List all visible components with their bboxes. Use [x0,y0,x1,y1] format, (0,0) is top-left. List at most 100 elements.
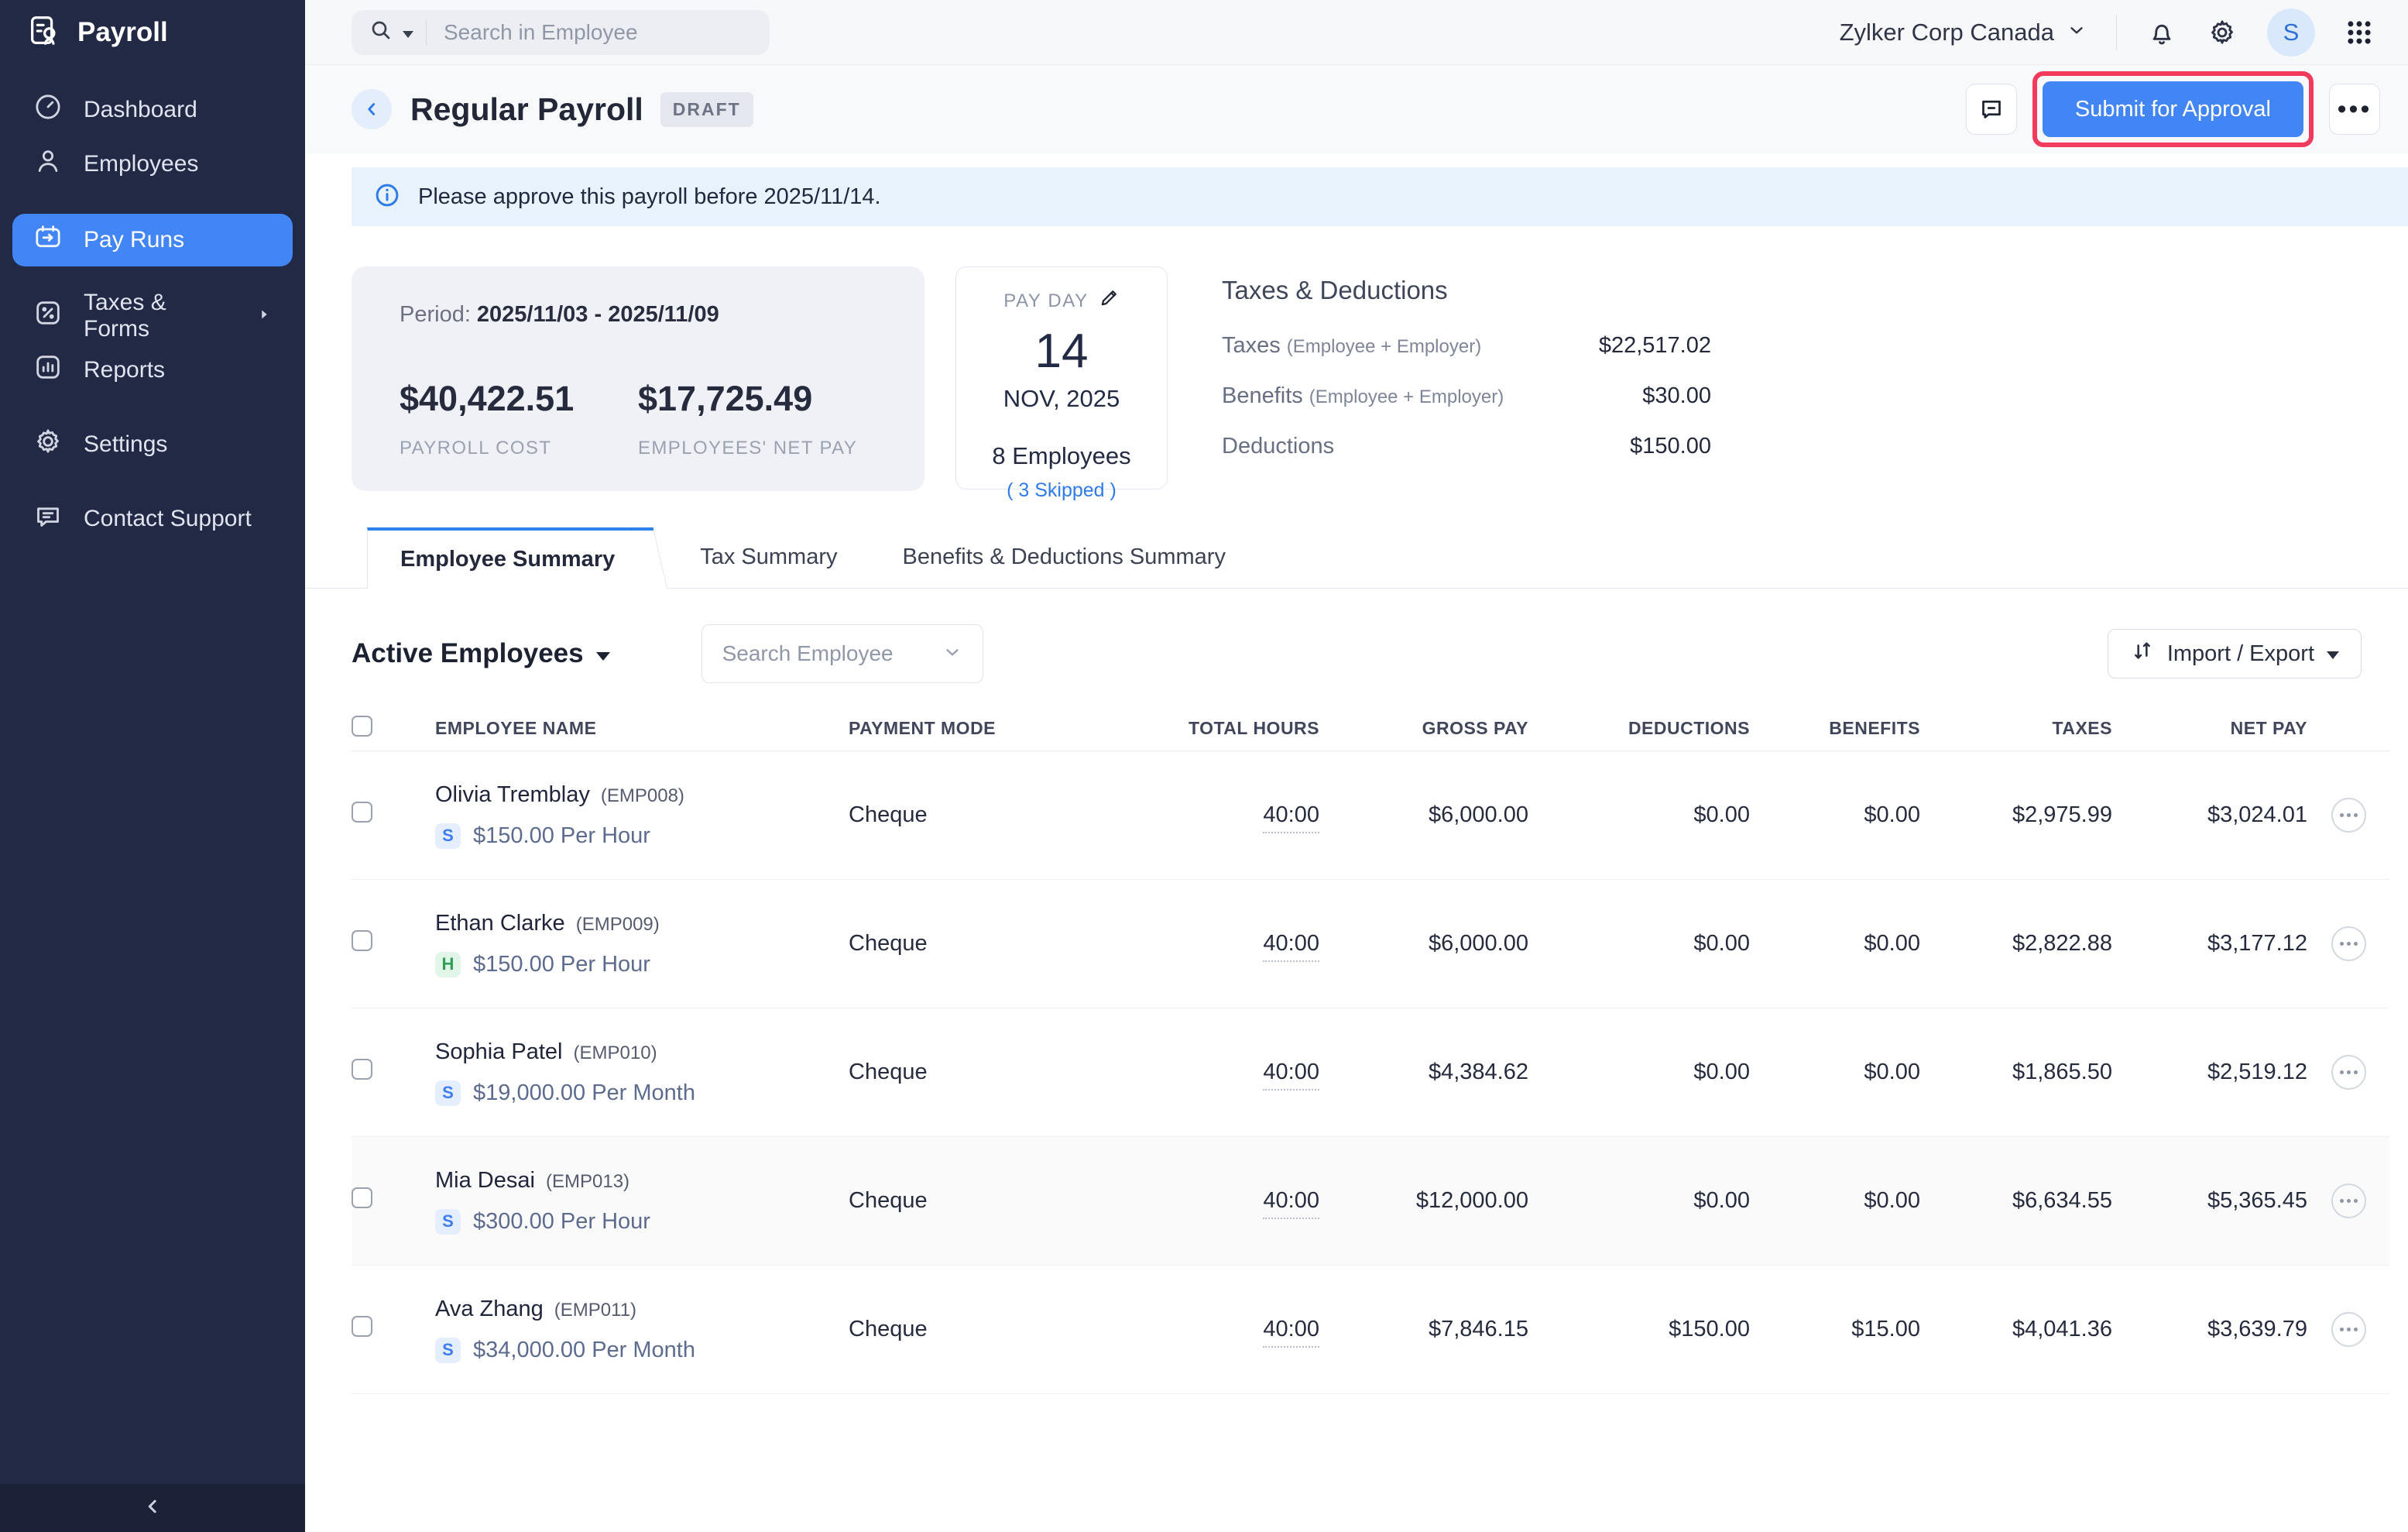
submit-for-approval-button[interactable]: Submit for Approval [2043,81,2303,137]
payroll-logo-icon [26,13,62,53]
divider [2116,15,2117,50]
caret-down-icon [596,652,610,661]
pay-rate: $300.00 Per Hour [473,1209,650,1235]
gross-pay: $12,000.00 [1319,1188,1528,1214]
payment-mode: Cheque [849,802,1081,828]
table-header-row: EMPLOYEE NAME PAYMENT MODE TOTAL HOURS G… [352,706,2389,751]
info-icon [373,181,401,213]
employee-name[interactable]: Ethan Clarke [435,911,565,936]
notifications-bell-icon[interactable] [2146,17,2177,48]
search-employee-select[interactable]: Search Employee [701,624,983,683]
employee-name[interactable]: Olivia Tremblay [435,782,590,807]
sidebar-item-settings[interactable]: Settings [12,420,293,469]
banner-text: Please approve this payroll before 2025/… [418,184,881,210]
employee-name[interactable]: Ava Zhang [435,1297,544,1321]
employee-filter-dropdown[interactable]: Active Employees [352,638,610,669]
gross-pay: $6,000.00 [1319,802,1528,828]
select-all-checkbox[interactable] [352,716,372,737]
reports-icon [33,352,63,389]
tax-row-value: $22,517.02 [1599,333,1711,359]
deductions: $0.00 [1528,1060,1750,1085]
sidebar-collapse-button[interactable] [0,1484,305,1532]
tab-tax-summary[interactable]: Tax Summary [667,527,870,588]
org-selector[interactable]: Zylker Corp Canada [1840,19,2087,46]
col-total-hours: TOTAL HOURS [1081,718,1319,739]
back-button[interactable] [352,89,392,129]
payday-day: 14 [1035,324,1089,379]
row-checkbox[interactable] [352,930,372,951]
settings-gear-icon [33,426,63,463]
col-benefits: BENEFITS [1750,718,1920,739]
employee-name[interactable]: Sophia Patel [435,1039,562,1064]
row-checkbox[interactable] [352,802,372,823]
avatar[interactable]: S [2267,9,2315,57]
benefits: $0.00 [1750,1188,1920,1214]
ellipsis-icon: ••• [2338,96,2372,122]
sidebar-item-dashboard[interactable]: Dashboard [12,85,293,135]
tab-bar: Employee Summary Tax Summary Benefits & … [305,527,2408,589]
tax-row-value: $30.00 [1642,383,1711,409]
import-export-button[interactable]: Import / Export [2108,629,2362,678]
pay-type-badge: S [435,1209,461,1235]
search-scope-caret-icon[interactable] [403,31,413,38]
tab-employee-summary[interactable]: Employee Summary [367,527,647,589]
collapse-chevron-icon [141,1495,164,1522]
comment-button[interactable] [1966,84,2017,135]
row-menu-button[interactable] [2331,926,2366,961]
total-hours[interactable]: 40:00 [1263,931,1319,962]
global-search-input[interactable]: Search in Employee [352,10,770,55]
table-row: Mia Desai (EMP013) S $300.00 Per Hour Ch… [352,1137,2389,1266]
period-card: Period:2025/11/03 - 2025/11/09 $40,422.5… [352,266,924,491]
edit-pencil-icon[interactable] [1098,287,1120,314]
table-row: Ethan Clarke (EMP009) H $150.00 Per Hour… [352,880,2389,1008]
net-pay: $3,177.12 [2112,931,2307,957]
sidebar-item-reports[interactable]: Reports [12,345,293,395]
payday-label: PAY DAY [1003,290,1088,312]
search-placeholder: Search in Employee [444,20,638,45]
row-checkbox[interactable] [352,1316,372,1337]
row-menu-button[interactable] [2331,798,2366,833]
row-menu-button[interactable] [2331,1312,2366,1347]
apps-grid-icon[interactable] [2345,18,2374,47]
taxes: $6,634.55 [1920,1188,2112,1214]
row-checkbox[interactable] [352,1059,372,1080]
benefits: $0.00 [1750,931,1920,957]
row-menu-button[interactable] [2331,1055,2366,1090]
annotation-highlight-box: Submit for Approval [2032,71,2314,147]
col-gross-pay: GROSS PAY [1319,718,1528,739]
employee-name[interactable]: Mia Desai [435,1168,535,1193]
chevron-down-icon [2067,19,2087,46]
benefits: $0.00 [1750,802,1920,828]
sidebar-item-pay-runs[interactable]: Pay Runs [12,214,293,266]
tax-row-label: Benefits [1222,383,1303,409]
contact-support-icon [33,500,63,538]
deductions: $0.00 [1528,1188,1750,1214]
pay-type-badge: S [435,1080,461,1106]
row-menu-button[interactable] [2331,1183,2366,1218]
net-pay-label: EMPLOYEES' NET PAY [638,438,876,459]
total-hours[interactable]: 40:00 [1263,1188,1319,1219]
total-hours[interactable]: 40:00 [1263,1060,1319,1091]
sidebar-item-employees[interactable]: Employees [12,139,293,189]
total-hours[interactable]: 40:00 [1263,1317,1319,1348]
gross-pay: $6,000.00 [1319,931,1528,957]
skipped-employees-link[interactable]: ( 3 Skipped ) [1007,479,1117,502]
table-row: Olivia Tremblay (EMP008) S $150.00 Per H… [352,751,2389,880]
pay-rate: $150.00 Per Hour [473,823,650,849]
sidebar-item-taxes-forms[interactable]: Taxes & Forms [12,291,293,341]
employees-icon [33,146,63,183]
tab-benefits-deductions-summary[interactable]: Benefits & Deductions Summary [870,527,1258,588]
more-actions-button[interactable]: ••• [2329,84,2380,135]
import-export-icon [2130,638,2155,669]
settings-gear-icon[interactable] [2207,17,2238,48]
caret-down-icon [2327,651,2339,659]
sidebar: Payroll Dashboard Employees [0,0,305,1532]
row-checkbox[interactable] [352,1187,372,1208]
total-hours[interactable]: 40:00 [1263,802,1319,833]
employee-id: (EMP013) [546,1171,629,1192]
col-taxes: TAXES [1920,718,2112,739]
page-actions: Submit for Approval ••• [1966,71,2380,147]
benefits: $0.00 [1750,1060,1920,1085]
table-row: Sophia Patel (EMP010) S $19,000.00 Per M… [352,1008,2389,1137]
sidebar-item-contact-support[interactable]: Contact Support [12,494,293,544]
